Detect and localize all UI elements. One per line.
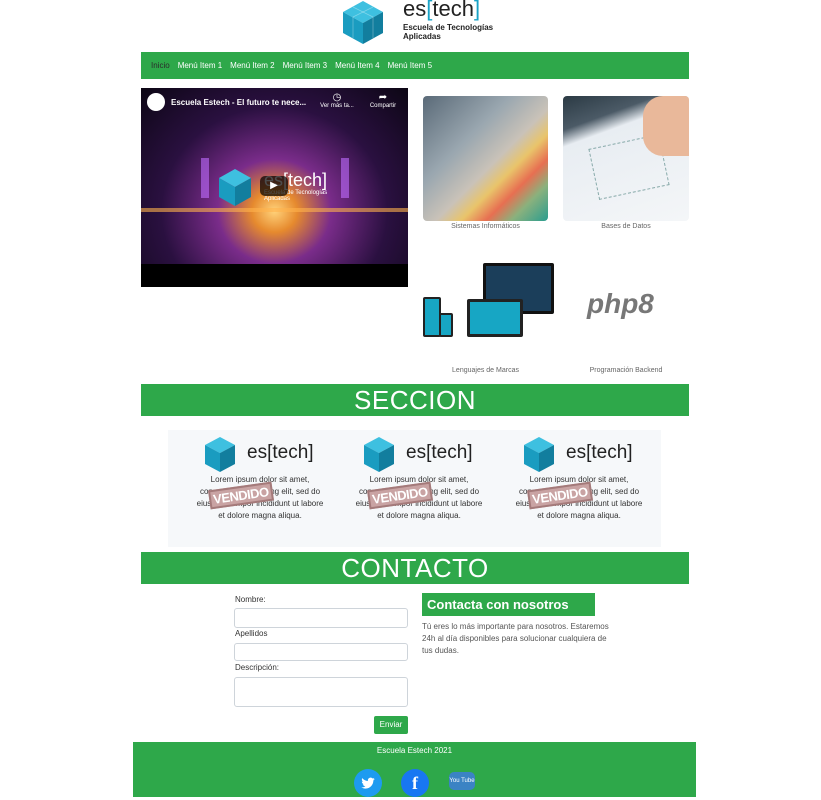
nav-item-4[interactable]: Menú Item 4: [335, 61, 379, 70]
site-logo[interactable]: es[tech] Escuela de Tecnologías Aplicada…: [341, 0, 501, 46]
footer-text: Escuela Estech 2021: [376, 746, 453, 755]
contact-box-title: Contacta con nosotros: [422, 593, 595, 616]
logo-wordmark: es[tech]: [403, 0, 481, 21]
nav-item-3[interactable]: Menú Item 3: [283, 61, 327, 70]
description-label: Descripción:: [235, 663, 280, 672]
main-nav: Inicio Menú Item 1 Menú Item 2 Menú Item…: [141, 52, 689, 79]
section-title: SECCION: [141, 384, 689, 416]
clock-icon: ◷: [332, 92, 342, 103]
description-textarea[interactable]: [234, 677, 408, 707]
surname-label: Apellidos: [235, 629, 268, 638]
nav-item-5[interactable]: Menú Item 5: [388, 61, 432, 70]
video-title[interactable]: Escuela Estech - El futuro te nece...: [171, 98, 306, 107]
image-sistemas[interactable]: [423, 96, 548, 221]
share-icon: ➦: [378, 92, 388, 103]
play-icon[interactable]: ▶: [260, 176, 288, 196]
light-streak: [141, 208, 408, 212]
watch-later-button[interactable]: ◷ Ver más ta...: [317, 92, 357, 109]
caption-sistemas: Sistemas Informáticos: [451, 223, 520, 230]
cube-logo-icon: [205, 437, 235, 472]
share-button[interactable]: ➦ Compartir: [363, 92, 403, 109]
channel-avatar[interactable]: [147, 93, 165, 111]
cube-logo-icon: [343, 1, 383, 44]
footer: Escuela Estech 2021 f You Tube: [133, 742, 696, 797]
name-input[interactable]: [234, 608, 408, 628]
youtube-icon[interactable]: You Tube: [449, 772, 475, 790]
light-streak: [201, 158, 209, 198]
nav-item-2[interactable]: Menú Item 2: [230, 61, 274, 70]
cube-logo-icon: [524, 437, 554, 472]
caption-bases-datos: Bases de Datos: [601, 223, 651, 230]
surname-input[interactable]: [234, 643, 408, 661]
logo-subtitle: Escuela de Tecnologías Aplicadas: [403, 23, 494, 41]
nav-item-1[interactable]: Menú Item 1: [178, 61, 222, 70]
video-cube-icon: [219, 169, 251, 206]
contact-box-text: Tú eres lo más importante para nosotros.…: [422, 622, 609, 655]
video-embed[interactable]: Escuela Estech - El futuro te nece... ◷ …: [141, 88, 408, 287]
php-logo[interactable]: php8: [587, 288, 654, 320]
contact-title: CONTACTO: [141, 552, 689, 584]
laptop-shape: [467, 299, 523, 337]
facebook-icon[interactable]: f: [401, 769, 429, 797]
card-logo-text: es[tech]: [406, 442, 473, 463]
hand-shape: [643, 96, 689, 156]
cube-logo-icon: [364, 437, 394, 472]
caption-programacion-backend: Programación Backend: [589, 367, 663, 374]
caption-lenguajes-marcas: Lenguajes de Marcas: [452, 367, 519, 374]
card-logo-text: es[tech]: [566, 442, 633, 463]
twitter-icon[interactable]: [354, 769, 382, 797]
phone-shape: [439, 313, 453, 337]
card-logo-text: es[tech]: [247, 442, 314, 463]
image-bases-datos[interactable]: [563, 96, 689, 221]
image-lenguajes-marcas[interactable]: [423, 255, 554, 355]
submit-button[interactable]: Enviar: [374, 716, 408, 734]
name-label: Nombre:: [235, 595, 266, 604]
nav-item-inicio[interactable]: Inicio: [151, 61, 170, 70]
